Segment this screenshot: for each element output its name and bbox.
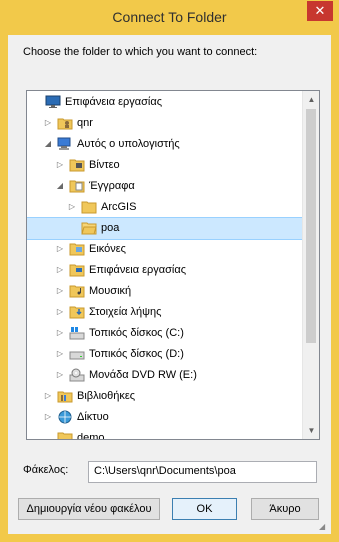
expanded-arrow-icon[interactable]: ◢ [43,139,53,149]
folder-tree[interactable]: Επιφάνεια εργασίας ▷ qnr ◢ Αυτός ο υπολογιστ… [26,90,320,440]
title-bar[interactable]: Connect To Folder ✕ [0,0,339,35]
tree-item-label: Στοιχεία λήψης [89,306,162,318]
tree-item[interactable]: ▷ Τοπικός δίσκος (D:) [27,344,303,365]
tree-item-label: Μονάδα DVD RW (E:) [89,369,197,381]
tree-item-label: Εικόνες [89,243,126,255]
folder-icon [57,431,73,439]
collapsed-arrow-icon[interactable]: ▷ [55,265,65,275]
collapsed-arrow-icon[interactable]: ▷ [55,160,65,170]
tree-item[interactable]: ▷ qnr [27,113,303,134]
resize-grip-icon[interactable]: ◢ [319,522,329,532]
tree-item-label: Βιβλιοθήκες [77,390,136,402]
collapsed-arrow-icon[interactable]: ▷ [55,349,65,359]
pictures-folder-icon [69,242,85,256]
folder-path-input[interactable]: C:\Users\qnr\Documents\poa [88,461,317,483]
tree-item-label: demo [77,432,105,440]
tree-item-label: Αυτός ο υπολογιστής [77,138,180,150]
tree-item[interactable]: Επιφάνεια εργασίας [27,92,303,113]
tree-item[interactable]: ▷ Επιφάνεια εργασίας [27,260,303,281]
downloads-folder-icon [69,305,85,319]
tree-item-label: qnr [77,117,93,129]
tree-item-label: Τοπικός δίσκος (C:) [89,327,184,339]
tree-item[interactable]: ▷ Τοπικός δίσκος (C:) [27,323,303,344]
tree-item[interactable]: ◢ Έγγραφα [27,176,303,197]
tree-item-label: Επιφάνεια εργασίας [89,264,187,276]
scroll-thumb[interactable] [306,109,316,343]
collapsed-arrow-icon[interactable]: ▷ [55,370,65,380]
music-folder-icon [69,284,85,298]
documents-folder-icon [69,179,85,193]
tree-item[interactable]: ▷ ArcGIS [27,197,303,218]
libraries-icon [57,389,73,403]
user-icon [57,116,73,130]
tree-item-label: Δίκτυο [77,411,109,423]
collapsed-arrow-icon[interactable]: ▷ [55,328,65,338]
ok-button[interactable]: OK [172,498,237,520]
tree-item[interactable]: ▷ Εικόνες [27,239,303,260]
desktop-icon [45,95,61,109]
tree-item[interactable]: ▷ Βιβλιοθήκες [27,386,303,407]
collapsed-arrow-icon[interactable]: ▷ [55,286,65,296]
new-folder-button[interactable]: Δημιουργία νέου φακέλου [18,498,160,520]
collapsed-arrow-icon[interactable]: ▷ [55,307,65,317]
tree-item-label: Μουσική [89,285,132,297]
tree-item[interactable]: ▷ Δίκτυο [27,407,303,428]
folder-icon [81,200,97,214]
drive-icon [69,347,85,361]
tree-item-label: ArcGIS [101,201,137,213]
tree-item-label: Επιφάνεια εργασίας [65,96,163,108]
cancel-button[interactable]: Άκυρο [251,498,319,520]
tree-item-label: Έγγραφα [89,180,135,192]
tree-item[interactable]: poa [27,217,304,240]
tree-item[interactable]: ◢ Αυτός ο υπολογιστής [27,134,303,155]
vertical-scrollbar[interactable]: ▲ ▼ [302,91,319,439]
close-button[interactable]: ✕ [307,1,333,21]
prompt-text: Choose the folder to which you want to c… [23,46,258,58]
scroll-down-icon[interactable]: ▼ [303,422,319,439]
tree-item-label: poa [101,222,120,234]
video-folder-icon [69,158,85,172]
tree-item-label: Βίντεο [89,159,120,171]
tree-item[interactable]: demo [27,428,303,440]
window-title: Connect To Folder [112,9,227,25]
desktop-folder-icon [69,263,85,277]
tree-item[interactable]: ▷ Μονάδα DVD RW (E:) [27,365,303,386]
collapsed-arrow-icon[interactable]: ▷ [43,118,53,128]
tree-item[interactable]: ▷ Μουσική [27,281,303,302]
tree-item[interactable]: ▷ Στοιχεία λήψης [27,302,303,323]
scroll-up-icon[interactable]: ▲ [303,91,319,108]
folder-open-icon [81,221,97,235]
collapsed-arrow-icon[interactable]: ▷ [43,391,53,401]
dialog-body: Choose the folder to which you want to c… [8,35,331,534]
computer-icon [57,137,73,151]
expanded-arrow-icon[interactable]: ◢ [55,181,65,191]
network-icon [57,410,73,424]
collapsed-arrow-icon[interactable]: ▷ [43,412,53,422]
folder-field-label: Φάκελος: [23,464,69,476]
windows-drive-icon [69,326,85,340]
dvd-drive-icon [69,368,85,382]
tree-item-label: Τοπικός δίσκος (D:) [89,348,184,360]
tree-item[interactable]: ▷ Βίντεο [27,155,303,176]
collapsed-arrow-icon[interactable]: ▷ [55,244,65,254]
collapsed-arrow-icon[interactable]: ▷ [67,202,77,212]
connect-to-folder-dialog: Connect To Folder ✕ Choose the folder to… [0,0,339,542]
